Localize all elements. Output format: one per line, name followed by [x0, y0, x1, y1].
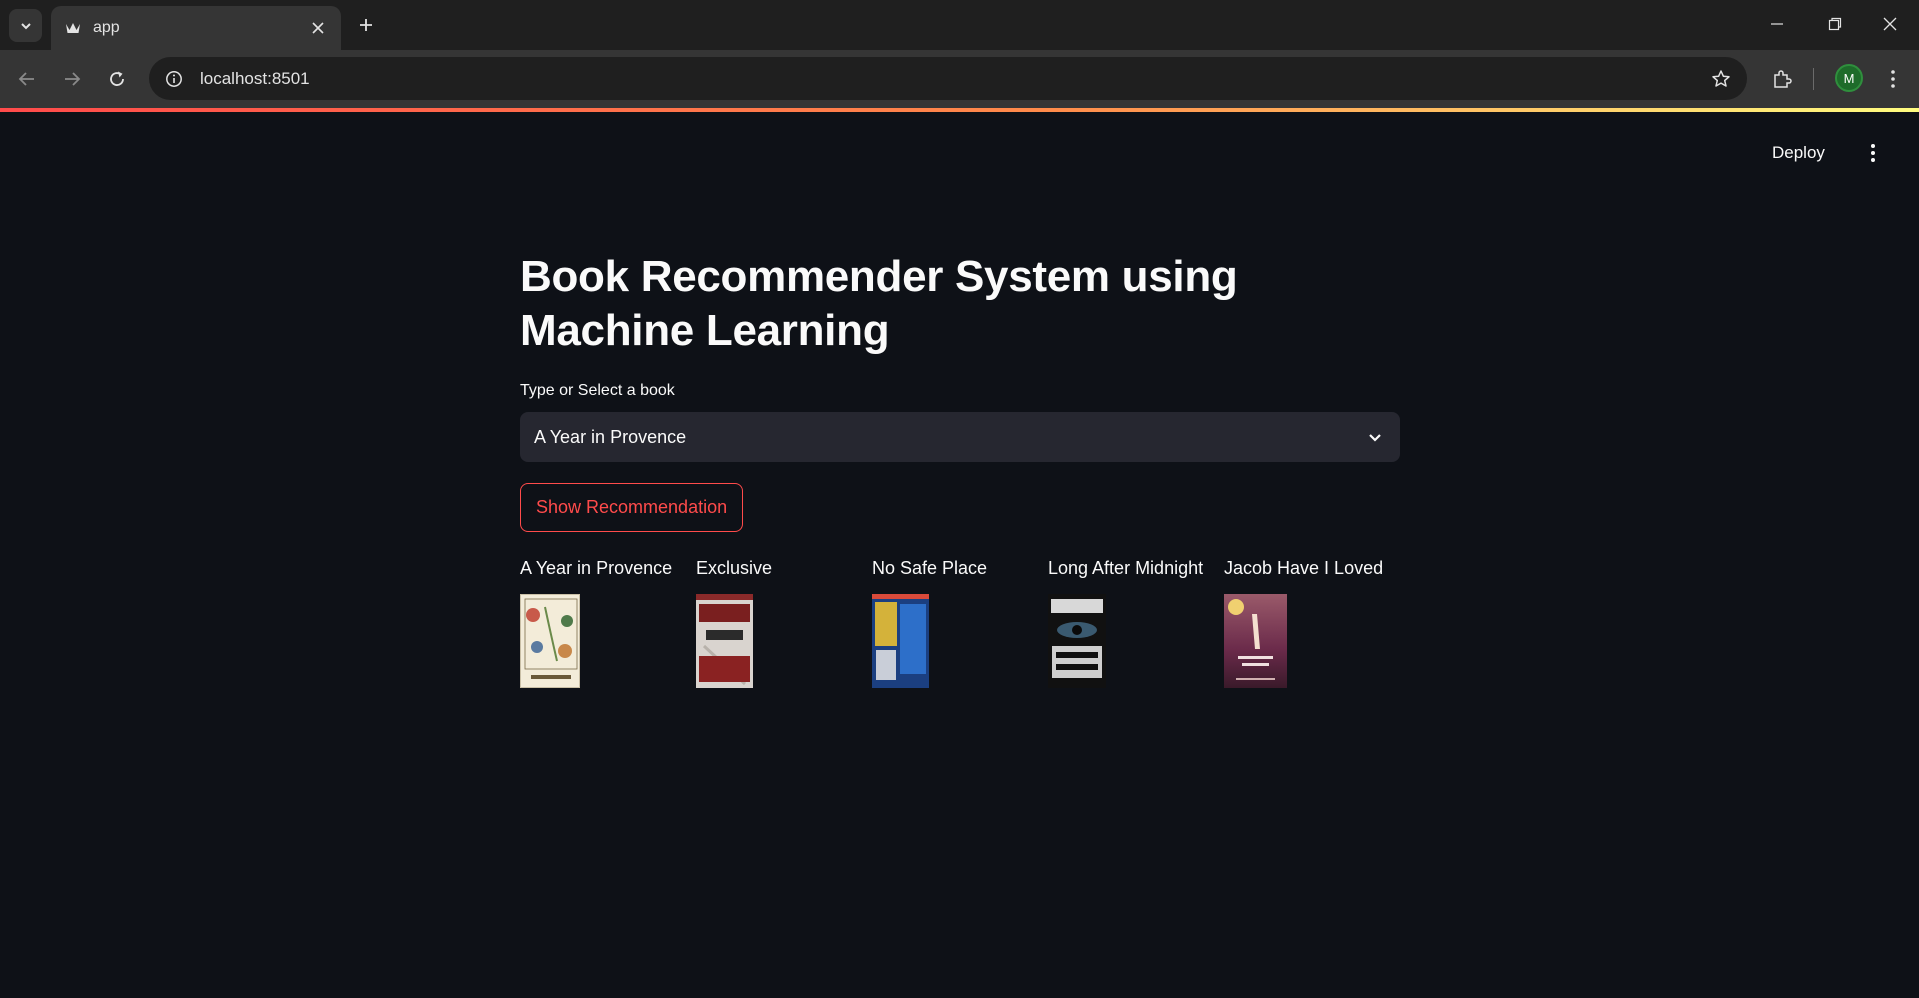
browser-tabstrip: app	[0, 0, 1919, 50]
book-card: A Year in Provence	[520, 552, 696, 688]
book-card: Long After Midnight	[1048, 552, 1224, 688]
book-title: No Safe Place	[872, 558, 988, 578]
address-bar[interactable]: localhost:8501	[149, 57, 1747, 100]
recommendation-grid: A Year in Provence Exclusive No Safe Pla…	[520, 552, 1400, 688]
plus-icon	[360, 19, 372, 31]
chevron-down-icon	[20, 22, 31, 29]
restore-icon	[1828, 17, 1842, 31]
app-viewport: Deploy Book Recommender System using Mac…	[0, 112, 1919, 998]
reload-icon	[110, 71, 124, 86]
book-cover-image	[1224, 594, 1287, 688]
restore-button[interactable]	[1806, 0, 1864, 48]
book-title: Exclusive	[696, 558, 773, 578]
arrow-right-icon	[65, 72, 81, 86]
extensions-icon[interactable]	[1765, 62, 1799, 96]
url-text: localhost:8501	[200, 68, 310, 88]
book-cover-image	[1048, 594, 1106, 688]
close-icon	[1883, 17, 1897, 31]
minimize-icon	[1771, 23, 1783, 25]
book-select[interactable]: A Year in Provence	[520, 412, 1400, 462]
minimize-button[interactable]	[1748, 0, 1806, 48]
book-title: Jacob Have I Loved	[1224, 558, 1384, 578]
select-value: A Year in Provence	[534, 426, 687, 447]
bookmark-star-icon[interactable]	[1703, 61, 1739, 97]
book-card: Exclusive	[696, 552, 872, 688]
close-tab-icon[interactable]	[307, 17, 329, 39]
streamlit-crown-icon	[63, 18, 83, 38]
chevron-down-icon[interactable]	[1364, 426, 1386, 448]
book-cover-image	[696, 594, 753, 688]
close-window-button[interactable]	[1861, 0, 1919, 48]
tab-title: app	[93, 19, 120, 36]
book-title: Long After Midnight	[1048, 558, 1204, 578]
arrow-left-icon	[18, 72, 34, 86]
book-cover-image	[872, 594, 929, 688]
back-button[interactable]	[10, 62, 44, 96]
browser-menu-icon[interactable]	[1876, 62, 1910, 96]
browser-toolbar: localhost:8501 M	[0, 50, 1919, 108]
toolbar-separator	[1813, 68, 1814, 90]
deploy-button[interactable]: Deploy	[1772, 138, 1825, 168]
profile-avatar[interactable]: M	[1835, 64, 1863, 92]
select-label: Type or Select a book	[520, 382, 675, 399]
book-card: Jacob Have I Loved	[1224, 552, 1400, 688]
book-card: No Safe Place	[872, 552, 1048, 688]
browser-tab[interactable]: app	[51, 6, 341, 50]
forward-button[interactable]	[55, 62, 89, 96]
page-title: Book Recommender System using Machine Le…	[520, 252, 1238, 355]
book-cover-image	[520, 594, 580, 688]
show-recommendation-button[interactable]: Show Recommendation	[520, 483, 744, 532]
site-info-icon[interactable]	[154, 59, 194, 99]
new-tab-button[interactable]	[352, 11, 380, 39]
reload-button[interactable]	[100, 62, 134, 96]
tab-search-button[interactable]	[9, 9, 42, 42]
app-menu-icon[interactable]	[1862, 136, 1884, 170]
book-title: A Year in Provence	[520, 558, 673, 578]
